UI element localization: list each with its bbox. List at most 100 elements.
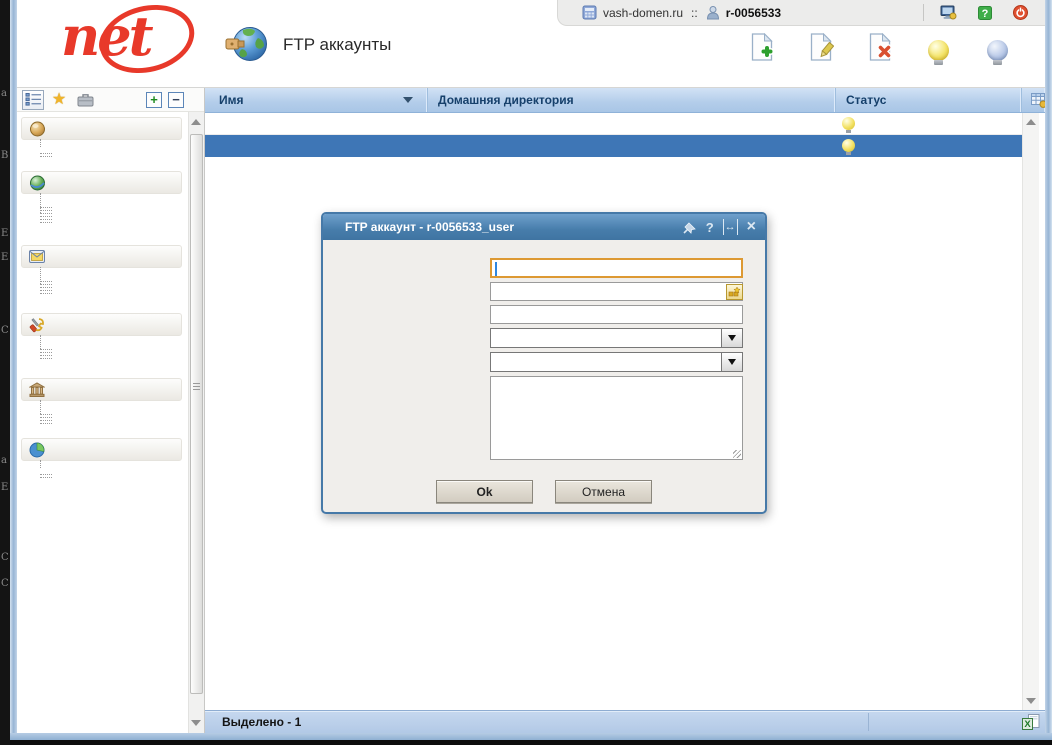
sidebar-section-items: [17, 336, 188, 359]
dialog-body: [323, 240, 765, 460]
field-control: [490, 282, 745, 301]
tasks-view-button[interactable]: [74, 90, 96, 110]
scroll-down-icon[interactable]: [1026, 698, 1036, 704]
field-control: [490, 258, 745, 278]
ok-button[interactable]: Ok: [436, 480, 533, 503]
status-bar: Выделено - 1 X: [205, 710, 1045, 733]
domain-select[interactable]: [490, 352, 743, 372]
scroll-up-icon[interactable]: [191, 119, 201, 125]
sidebar-section-main: [17, 117, 188, 157]
sidebar-section-header-main[interactable]: [21, 117, 182, 140]
dialog-title: FTP аккаунт - r-0056533_user: [345, 220, 514, 234]
favorites-view-button[interactable]: ★: [48, 90, 70, 110]
column-header-home-directory[interactable]: Домашняя директория: [428, 88, 836, 112]
svg-text:?: ?: [982, 8, 989, 20]
control-panel-window: net vash-domen.ru :: r-0056533 ? FTP акк…: [17, 0, 1045, 733]
dialog-resize-icon[interactable]: ↔: [723, 219, 738, 235]
sidebar-section-header-statistics[interactable]: [21, 438, 182, 461]
dialog-help-icon[interactable]: ?: [706, 219, 714, 235]
logout-link[interactable]: [1013, 5, 1033, 20]
statistics-pie-icon: [29, 442, 45, 458]
sidebar-expand-collapse: + −: [146, 92, 184, 108]
sidebar-section-email: [17, 245, 188, 294]
name-input[interactable]: [490, 258, 743, 278]
confirm-input[interactable]: [490, 305, 743, 324]
sidebar-item-access-restriction[interactable]: [17, 214, 188, 217]
sidebar: ★ + −: [17, 88, 205, 733]
background-artifact-letter: B: [1, 150, 8, 161]
edit-button[interactable]: [798, 31, 842, 63]
column-header-name[interactable]: Имя: [205, 88, 428, 112]
sidebar-item-aps[interactable]: [17, 350, 188, 353]
help-link[interactable]: ?: [978, 6, 997, 20]
home-sphere-icon: [29, 121, 46, 137]
sidebar-scrollbar-thumb[interactable]: [190, 134, 203, 694]
table-row[interactable]: [205, 113, 1022, 135]
password-input[interactable]: [490, 282, 743, 301]
sidebar-section-header-www[interactable]: [21, 171, 182, 194]
table-header: Имя Домашняя директория Статус: [205, 88, 1045, 113]
notes-textarea[interactable]: [490, 376, 743, 460]
resize-handle-icon[interactable]: [733, 450, 741, 458]
field-control: [490, 305, 745, 324]
dialog-titlebar: FTP аккаунт - r-0056533_user ? ↔ ×: [323, 214, 765, 240]
window-border-right: [1045, 0, 1052, 740]
delete-button[interactable]: [857, 31, 901, 63]
sidebar-section-header-maintenance[interactable]: [21, 378, 182, 401]
scroll-down-icon[interactable]: [191, 720, 201, 726]
sidebar-section-items: [17, 140, 188, 157]
cancel-button[interactable]: Отмена: [555, 480, 652, 503]
expand-all-button[interactable]: +: [146, 92, 162, 108]
column-header-status-label: Статус: [846, 93, 886, 107]
table-scrollbar[interactable]: [1022, 113, 1039, 710]
sidebar-item-domain-names[interactable]: [17, 148, 188, 151]
www-globe-icon: [29, 175, 46, 191]
disable-button[interactable]: [975, 31, 1019, 63]
generate-password-button[interactable]: [726, 284, 743, 300]
sidebar-section-maintenance: [17, 378, 188, 424]
logout-power-icon: [1013, 5, 1028, 20]
plus-icon: +: [150, 93, 158, 106]
sidebar-scrollbar[interactable]: [188, 112, 204, 733]
globe-plug-icon: [225, 24, 269, 66]
pin-icon[interactable]: [683, 219, 697, 235]
sidebar-section-header-email[interactable]: [21, 245, 182, 268]
bulb-off-icon: [987, 40, 1008, 61]
table-body: [205, 113, 1022, 157]
page-head: FTP аккаунты: [225, 24, 391, 66]
topbar-links: ?: [923, 4, 1033, 21]
sidebar-view-icons: ★: [22, 90, 96, 110]
sidebar-item-mail-domains[interactable]: [17, 285, 188, 288]
table-row[interactable]: [205, 135, 1022, 157]
sidebar-view-toolbar: ★ + −: [17, 88, 204, 112]
logo[interactable]: net: [53, 2, 213, 82]
sidebar-section-header-tools[interactable]: [21, 313, 182, 336]
selected-text: [495, 262, 497, 276]
home-directory-select[interactable]: [490, 328, 743, 348]
excel-export-button[interactable]: X: [1022, 714, 1040, 731]
settings-link[interactable]: [940, 5, 962, 20]
create-document-icon: [748, 33, 775, 61]
scrollbar-grip-icon: [193, 383, 200, 384]
user-icon: [706, 5, 720, 20]
enable-button[interactable]: [916, 31, 960, 63]
field-control: [490, 376, 745, 460]
sidebar-item-save-data[interactable]: [17, 415, 188, 418]
column-header-home-directory-label: Домашняя директория: [438, 93, 574, 107]
dialog-field-home-directory: [335, 328, 765, 348]
collapse-all-button[interactable]: −: [168, 92, 184, 108]
table-settings-button[interactable]: [1022, 88, 1045, 112]
scroll-up-icon[interactable]: [1026, 119, 1036, 125]
list-view-view-button[interactable]: [22, 90, 44, 110]
favorites-star-icon: ★: [52, 92, 66, 108]
background-artifact-letter: E: [1, 252, 8, 263]
field-control: [490, 352, 745, 372]
dialog-close-icon[interactable]: ×: [747, 219, 756, 235]
column-header-status[interactable]: Статус: [836, 88, 1022, 112]
sidebar-item-disk-usage[interactable]: [17, 469, 188, 472]
dialog-field-password: [335, 282, 765, 301]
background-artifact-letter: C: [1, 578, 9, 589]
create-button[interactable]: [739, 31, 783, 63]
dropdown-arrow-icon: [721, 329, 742, 347]
topbar-context: vash-domen.ru :: r-0056533: [582, 5, 781, 20]
